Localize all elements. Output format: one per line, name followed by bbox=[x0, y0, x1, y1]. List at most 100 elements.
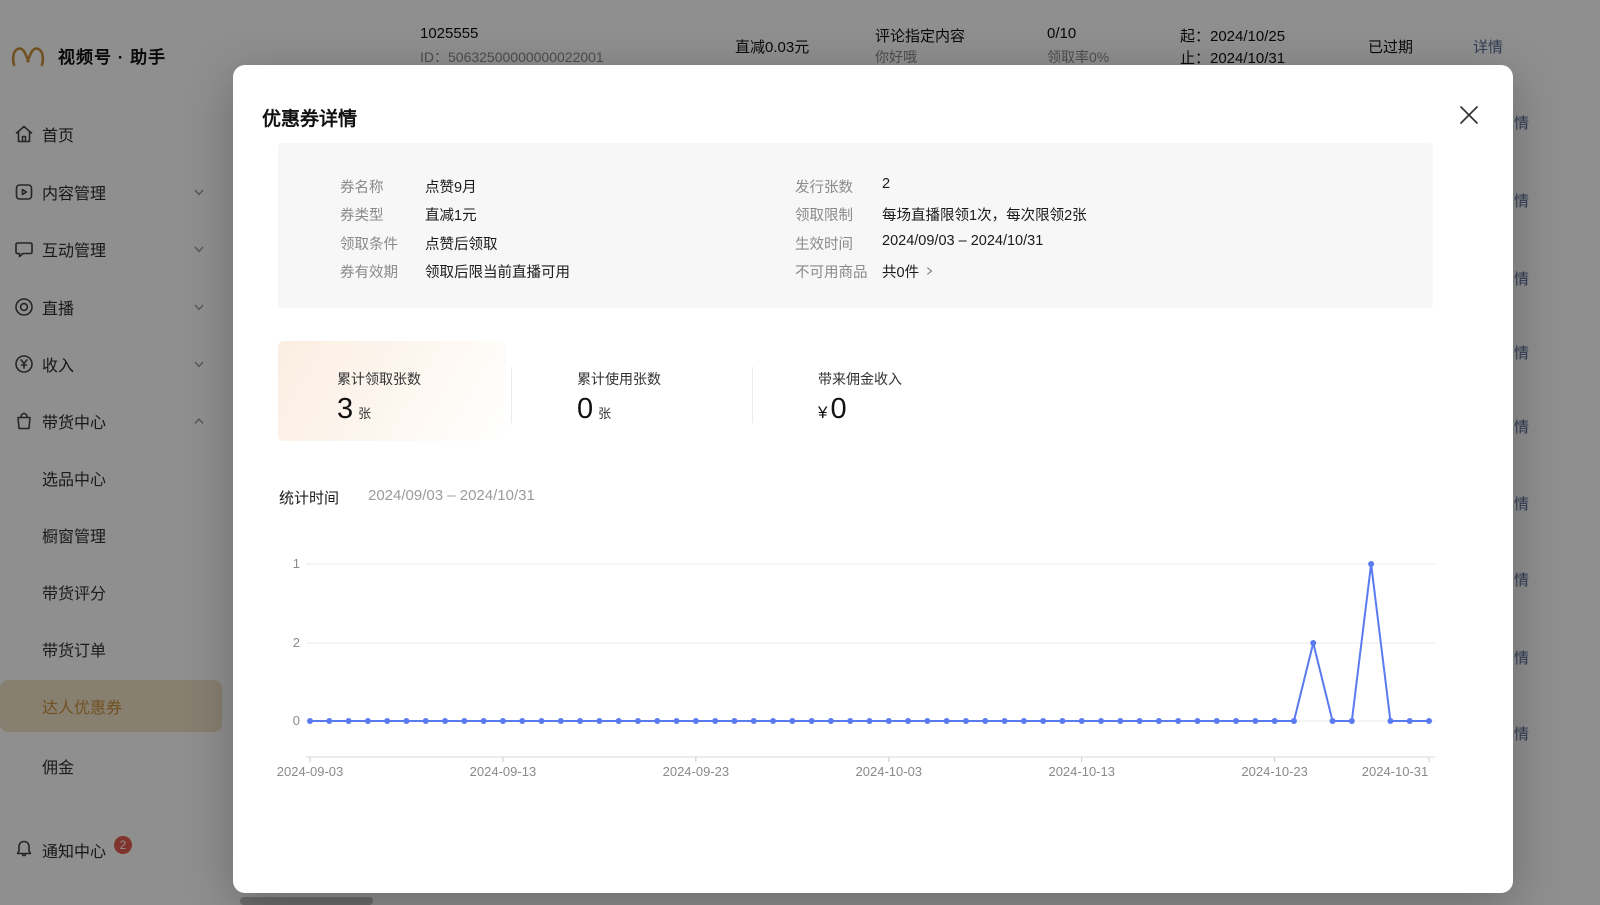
field-value: 领取后限当前直播可用 bbox=[425, 265, 570, 281]
data-point bbox=[499, 718, 506, 724]
stat-value: 0张 bbox=[577, 393, 611, 426]
data-point bbox=[962, 718, 969, 724]
data-point bbox=[905, 718, 912, 724]
stat-unit: 张 bbox=[358, 406, 372, 421]
data-point bbox=[654, 718, 661, 724]
stat-label: 带来佣金收入 bbox=[818, 371, 902, 387]
data-point bbox=[384, 718, 391, 724]
stat-divider bbox=[511, 367, 512, 423]
stat-divider bbox=[752, 367, 753, 423]
data-point bbox=[422, 718, 429, 724]
y-tick-label: 2 bbox=[293, 635, 300, 650]
data-point bbox=[326, 718, 333, 724]
stat-value: 3张 bbox=[337, 393, 371, 426]
data-point bbox=[712, 718, 719, 724]
data-point bbox=[1348, 718, 1355, 724]
stat-card-claimed bbox=[278, 341, 506, 441]
data-point bbox=[982, 718, 989, 724]
field-label: 领取限制 bbox=[795, 208, 853, 224]
close-button[interactable] bbox=[1453, 99, 1485, 131]
data-point bbox=[538, 718, 545, 724]
field-label: 发行张数 bbox=[795, 180, 853, 196]
stat-label: 累计使用张数 bbox=[577, 371, 661, 387]
field-label: 领取条件 bbox=[340, 237, 398, 253]
x-tick-label: 2024-09-03 bbox=[277, 764, 344, 779]
data-point bbox=[924, 718, 931, 724]
data-point bbox=[577, 718, 584, 724]
data-point bbox=[1233, 718, 1240, 724]
data-point bbox=[345, 718, 352, 724]
data-point bbox=[1290, 718, 1297, 724]
data-point bbox=[307, 718, 313, 724]
data-point bbox=[1059, 718, 1066, 724]
x-tick-label: 2024-10-23 bbox=[1241, 764, 1308, 779]
data-point bbox=[1194, 718, 1201, 724]
data-point bbox=[519, 718, 526, 724]
unavailable-goods-link[interactable]: 共0件 bbox=[882, 261, 935, 281]
data-point bbox=[789, 718, 796, 724]
currency-symbol: ¥ bbox=[818, 403, 828, 422]
data-point bbox=[557, 718, 564, 724]
data-point bbox=[885, 718, 892, 724]
stat-number: 0 bbox=[830, 393, 847, 425]
x-tick-label: 2024-09-13 bbox=[470, 764, 537, 779]
x-tick-label: 2024-10-31 bbox=[1362, 764, 1429, 779]
data-point bbox=[1040, 718, 1047, 724]
field-value: 点赞后领取 bbox=[425, 237, 498, 253]
x-tick-label: 2024-10-13 bbox=[1048, 764, 1115, 779]
stat-number: 3 bbox=[337, 393, 354, 425]
data-point bbox=[1020, 718, 1027, 724]
data-point bbox=[750, 718, 757, 724]
stat-time-range: 2024/09/03 – 2024/10/31 bbox=[368, 487, 535, 504]
coupon-detail-modal: 优惠券详情 券名称 点赞9月 券类型 直减1元 领取条件 点赞后领取 券有效期 领取后限… bbox=[233, 65, 1513, 893]
screen: 视频号 · 助手 首页 内容管理 互动管理 直播 收入 带货中心 选品中心 橱窗… bbox=[0, 0, 1600, 905]
close-icon bbox=[1460, 106, 1478, 124]
data-point bbox=[673, 718, 680, 724]
data-point bbox=[1117, 718, 1124, 724]
data-point bbox=[1213, 718, 1220, 724]
data-point bbox=[1329, 718, 1336, 724]
data-point bbox=[1310, 640, 1317, 646]
data-point bbox=[364, 718, 371, 724]
field-value: 点赞9月 bbox=[425, 180, 477, 196]
data-point bbox=[692, 718, 699, 724]
field-value: 直减1元 bbox=[425, 208, 477, 224]
data-point bbox=[808, 718, 815, 724]
stat-label: 累计领取张数 bbox=[337, 371, 421, 387]
data-point bbox=[1078, 718, 1085, 724]
data-point bbox=[1252, 718, 1259, 724]
field-label: 不可用商品 bbox=[795, 265, 868, 281]
data-point bbox=[1175, 718, 1182, 724]
stat-unit: 张 bbox=[598, 406, 612, 421]
claims-line-chart: 0 2 1 2024-09-03 2024-09-13 2024-09-23 2024-10… bbox=[270, 540, 1450, 790]
data-point bbox=[1406, 718, 1413, 724]
y-tick-label: 0 bbox=[293, 713, 300, 728]
chevron-right-icon bbox=[926, 267, 933, 275]
data-point bbox=[634, 718, 641, 724]
data-point bbox=[943, 718, 950, 724]
data-point bbox=[596, 718, 603, 724]
field-label: 券有效期 bbox=[340, 265, 398, 281]
data-point bbox=[827, 718, 834, 724]
stat-number: 0 bbox=[577, 393, 594, 425]
y-tick-label: 1 bbox=[293, 556, 300, 571]
data-point bbox=[1368, 561, 1375, 567]
field-label: 券类型 bbox=[340, 208, 384, 224]
data-point bbox=[1136, 718, 1143, 724]
data-point bbox=[480, 718, 487, 724]
data-point bbox=[731, 718, 738, 724]
x-tick-label: 2024-09-23 bbox=[663, 764, 730, 779]
coupon-info-panel: 券名称 点赞9月 券类型 直减1元 领取条件 点赞后领取 券有效期 领取后限当前直播可用… bbox=[278, 143, 1433, 308]
stat-time-label: 统计时间 bbox=[279, 490, 340, 507]
data-point bbox=[1155, 718, 1162, 724]
data-point bbox=[403, 718, 410, 724]
data-point bbox=[442, 718, 449, 724]
field-value: 2 bbox=[882, 176, 891, 192]
data-point bbox=[847, 718, 854, 724]
data-point bbox=[1098, 718, 1105, 724]
x-tick-label: 2024-10-03 bbox=[856, 764, 923, 779]
field-label: 券名称 bbox=[340, 180, 384, 196]
data-point bbox=[866, 718, 873, 724]
modal-title: 优惠券详情 bbox=[262, 109, 358, 130]
field-value: 每场直播限领1次，每次限领2张 bbox=[882, 208, 1087, 224]
